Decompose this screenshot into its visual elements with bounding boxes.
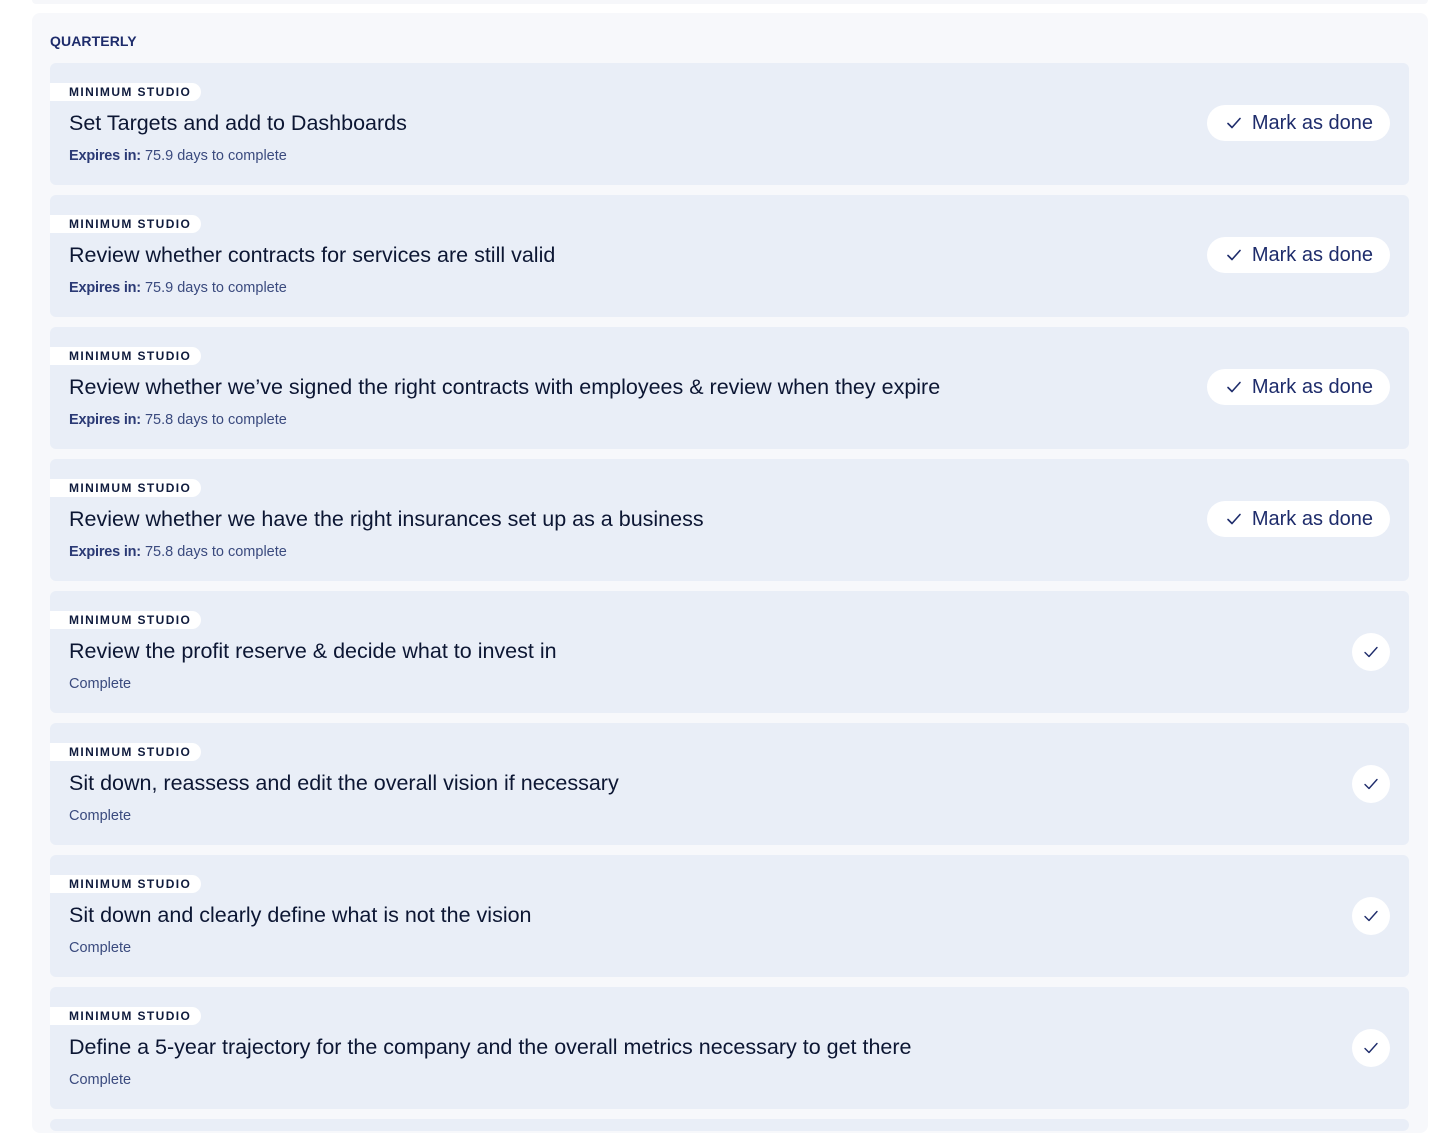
task-status-text: Complete: [69, 808, 132, 824]
org-badge: MINIMUM STUDIO: [50, 215, 202, 233]
mark-as-done-button[interactable]: Mark as done: [1206, 105, 1390, 141]
org-badge: MINIMUM STUDIO: [50, 875, 202, 893]
expiry-label: Expires in:: [69, 544, 141, 560]
task-card: MINIMUM STUDIO Review whether we have th…: [50, 459, 1409, 581]
task-expiry: Expires in: 75.9 days to complete: [69, 148, 287, 164]
expiry-label: Expires in:: [69, 280, 141, 296]
task-status-text: Complete: [69, 940, 132, 956]
task-title: Review the profit reserve & decide what …: [69, 639, 557, 663]
section-title: QUARTERLY: [50, 33, 137, 49]
check-icon: [1364, 1042, 1378, 1054]
task-title: Review whether contracts for services ar…: [69, 243, 556, 267]
check-icon: [1364, 778, 1378, 790]
mark-as-done-label: Mark as done: [1251, 111, 1373, 134]
org-badge: MINIMUM STUDIO: [50, 1007, 202, 1025]
mark-as-done-button[interactable]: Mark as done: [1206, 501, 1390, 537]
org-badge: MINIMUM STUDIO: [50, 479, 202, 497]
task-card: MINIMUM STUDIO Review whether contracts …: [50, 195, 1409, 317]
mark-as-done-label: Mark as done: [1251, 507, 1373, 530]
task-expiry: Expires in: 75.8 days to complete: [69, 412, 287, 428]
check-icon: [1227, 117, 1241, 129]
task-card: MINIMUM STUDIO Set Targets and add to Da…: [50, 63, 1409, 185]
org-badge: MINIMUM STUDIO: [50, 347, 202, 365]
check-icon: [1364, 646, 1378, 658]
check-icon: [1364, 910, 1378, 922]
expiry-value: 75.9 days to complete: [144, 148, 287, 164]
task-card: MINIMUM STUDIO Sit down and clearly defi…: [50, 855, 1409, 977]
completed-toggle[interactable]: [1352, 1029, 1390, 1067]
task-card: MINIMUM STUDIO Sit down, reassess and ed…: [50, 723, 1409, 845]
mark-as-done-button[interactable]: Mark as done: [1206, 237, 1390, 273]
task-card: MINIMUM STUDIO Review whether we’ve sign…: [50, 327, 1409, 449]
expiry-value: 75.8 days to complete: [144, 544, 287, 560]
check-icon: [1227, 249, 1241, 261]
mark-as-done-label: Mark as done: [1251, 243, 1373, 266]
completed-toggle[interactable]: [1352, 765, 1390, 803]
task-title: Sit down and clearly define what is not …: [69, 903, 532, 927]
quarterly-section: QUARTERLY MINIMUM STUDIO Set Targets and…: [32, 13, 1428, 1133]
expiry-value: 75.8 days to complete: [144, 412, 287, 428]
task-status-text: Complete: [69, 676, 132, 692]
check-icon: [1227, 381, 1241, 393]
task-expiry: Expires in: 75.9 days to complete: [69, 280, 287, 296]
expiry-label: Expires in:: [69, 412, 141, 428]
task-card: MINIMUM STUDIO Define a 5-year trajector…: [50, 987, 1409, 1109]
task-card: MINIMUM STUDIO Review the profit reserve…: [50, 591, 1409, 713]
task-status-text: Complete: [69, 1072, 132, 1088]
task-expiry: Expires in: 75.8 days to complete: [69, 544, 287, 560]
org-badge: MINIMUM STUDIO: [50, 743, 202, 761]
task-title: Set Targets and add to Dashboards: [69, 111, 407, 135]
org-badge: MINIMUM STUDIO: [50, 83, 202, 101]
expiry-label: Expires in:: [69, 148, 141, 164]
mark-as-done-button[interactable]: Mark as done: [1206, 369, 1390, 405]
task-title: Define a 5-year trajectory for the compa…: [69, 1035, 912, 1059]
mark-as-done-label: Mark as done: [1251, 375, 1373, 398]
task-title: Review whether we have the right insuran…: [69, 507, 704, 531]
previous-section-edge: [32, 0, 1428, 4]
completed-toggle[interactable]: [1352, 897, 1390, 935]
check-icon: [1227, 513, 1241, 525]
org-badge: MINIMUM STUDIO: [50, 611, 202, 629]
task-title: Sit down, reassess and edit the overall …: [69, 771, 619, 795]
expiry-value: 75.9 days to complete: [144, 280, 287, 296]
completed-toggle[interactable]: [1352, 633, 1390, 671]
task-list: MINIMUM STUDIO Set Targets and add to Da…: [50, 63, 1410, 1119]
task-title: Review whether we’ve signed the right co…: [69, 375, 941, 399]
